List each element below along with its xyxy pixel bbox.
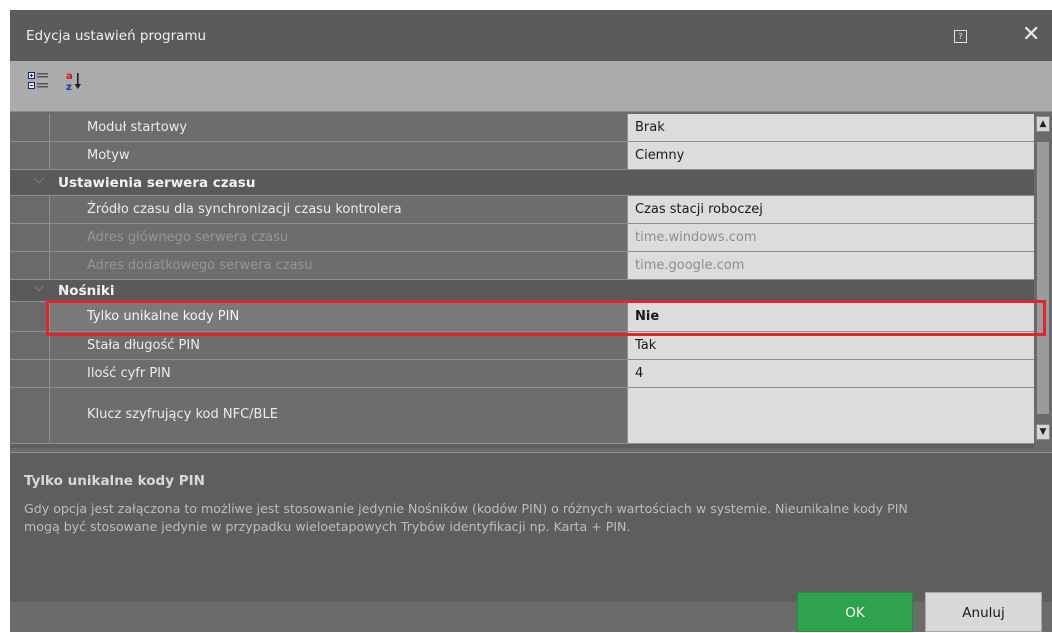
description-title: Tylko unikalne kody PIN	[24, 473, 205, 489]
property-value[interactable]: Nie	[628, 302, 1034, 331]
toolbar-divider	[10, 111, 1052, 112]
description-line-2: mogą być stosowane jedynie w przypadku w…	[24, 519, 631, 534]
sort-alpha-icon[interactable]: a z	[66, 69, 84, 97]
row-gutter	[10, 332, 50, 359]
property-value[interactable]: Brak	[628, 114, 1034, 141]
category-nosniki[interactable]: ⌵ Nośniki	[10, 280, 1034, 302]
description-text: Gdy opcja jest załączona to możliwe jest…	[24, 500, 1034, 536]
window-title: Edycja ustawień programu	[26, 28, 207, 44]
property-name: Motyw	[50, 142, 628, 169]
property-row-klucz-nfc[interactable]: Klucz szyfrujący kod NFC/BLE	[10, 388, 1034, 444]
ok-button[interactable]: OK	[797, 592, 913, 632]
property-name: Stała długość PIN	[50, 332, 628, 359]
property-value[interactable]: 4	[628, 360, 1034, 387]
scroll-down-icon[interactable]: ▼	[1036, 424, 1050, 440]
row-gutter	[10, 114, 50, 141]
property-name: Adres głównego serwera czasu	[50, 224, 628, 251]
close-icon[interactable]: ✕	[1022, 22, 1040, 47]
property-value: time.windows.com	[628, 224, 1034, 251]
help-icon[interactable]: ?	[954, 30, 967, 43]
toolbar: a z	[10, 61, 1052, 111]
property-value[interactable]: Tak	[628, 332, 1034, 359]
chevron-down-icon[interactable]: ⌵	[34, 172, 44, 187]
row-gutter	[10, 142, 50, 169]
scroll-up-icon[interactable]: ▲	[1036, 116, 1050, 132]
row-gutter	[10, 224, 50, 251]
property-row-zrodlo-czasu[interactable]: Źródło czasu dla synchronizacji czasu ko…	[10, 196, 1034, 224]
property-row-motyw[interactable]: Motyw Ciemny	[10, 142, 1034, 170]
property-name: Tylko unikalne kody PIN	[50, 302, 628, 331]
property-row-unikalne-pin[interactable]: Tylko unikalne kody PIN Nie	[10, 302, 1034, 332]
property-value[interactable]	[628, 388, 1034, 443]
category-label: Ustawienia serwera czasu	[58, 175, 256, 191]
property-value[interactable]: Czas stacji roboczej	[628, 196, 1034, 223]
row-gutter	[10, 302, 50, 331]
property-row-adres-dodatkowego: Adres dodatkowego serwera czasu time.goo…	[10, 252, 1034, 280]
sort-letter-z: z	[66, 82, 72, 93]
property-value: time.google.com	[628, 252, 1034, 279]
sort-letter-a: a	[66, 71, 73, 82]
property-name: Adres dodatkowego serwera czasu	[50, 252, 628, 279]
property-name: Klucz szyfrujący kod NFC/BLE	[50, 388, 628, 443]
description-panel: Tylko unikalne kody PIN Gdy opcja jest z…	[10, 452, 1052, 602]
settings-dialog: Edycja ustawień programu ? ✕ a z Moduł s…	[10, 10, 1052, 632]
property-grid: Moduł startowy Brak Motyw Ciemny ⌵ Ustaw…	[10, 114, 1052, 448]
title-bar: Edycja ustawień programu ? ✕	[10, 10, 1052, 61]
property-row-modul-startowy[interactable]: Moduł startowy Brak	[10, 114, 1034, 142]
row-gutter	[10, 360, 50, 387]
property-value[interactable]: Ciemny	[628, 142, 1034, 169]
property-name: Źródło czasu dla synchronizacji czasu ko…	[50, 196, 628, 223]
property-name: Moduł startowy	[50, 114, 628, 141]
chevron-down-icon[interactable]: ⌵	[34, 280, 44, 295]
property-row-adres-glownego: Adres głównego serwera czasu time.window…	[10, 224, 1034, 252]
category-serwer-czasu[interactable]: ⌵ Ustawienia serwera czasu	[10, 170, 1034, 196]
row-gutter	[10, 252, 50, 279]
vertical-scrollbar[interactable]: ▲ ▼	[1034, 114, 1052, 448]
row-gutter	[10, 196, 50, 223]
row-gutter	[10, 388, 50, 443]
category-label: Nośniki	[58, 283, 115, 299]
categorized-view-icon[interactable]	[28, 72, 50, 94]
cancel-button[interactable]: Anuluj	[925, 592, 1042, 632]
description-line-1: Gdy opcja jest załączona to możliwe jest…	[24, 501, 908, 516]
property-name: Ilość cyfr PIN	[50, 360, 628, 387]
scroll-thumb[interactable]	[1037, 142, 1049, 414]
property-row-stala-dlugosc[interactable]: Stała długość PIN Tak	[10, 332, 1034, 360]
property-row-ilosc-cyfr[interactable]: Ilość cyfr PIN 4	[10, 360, 1034, 388]
